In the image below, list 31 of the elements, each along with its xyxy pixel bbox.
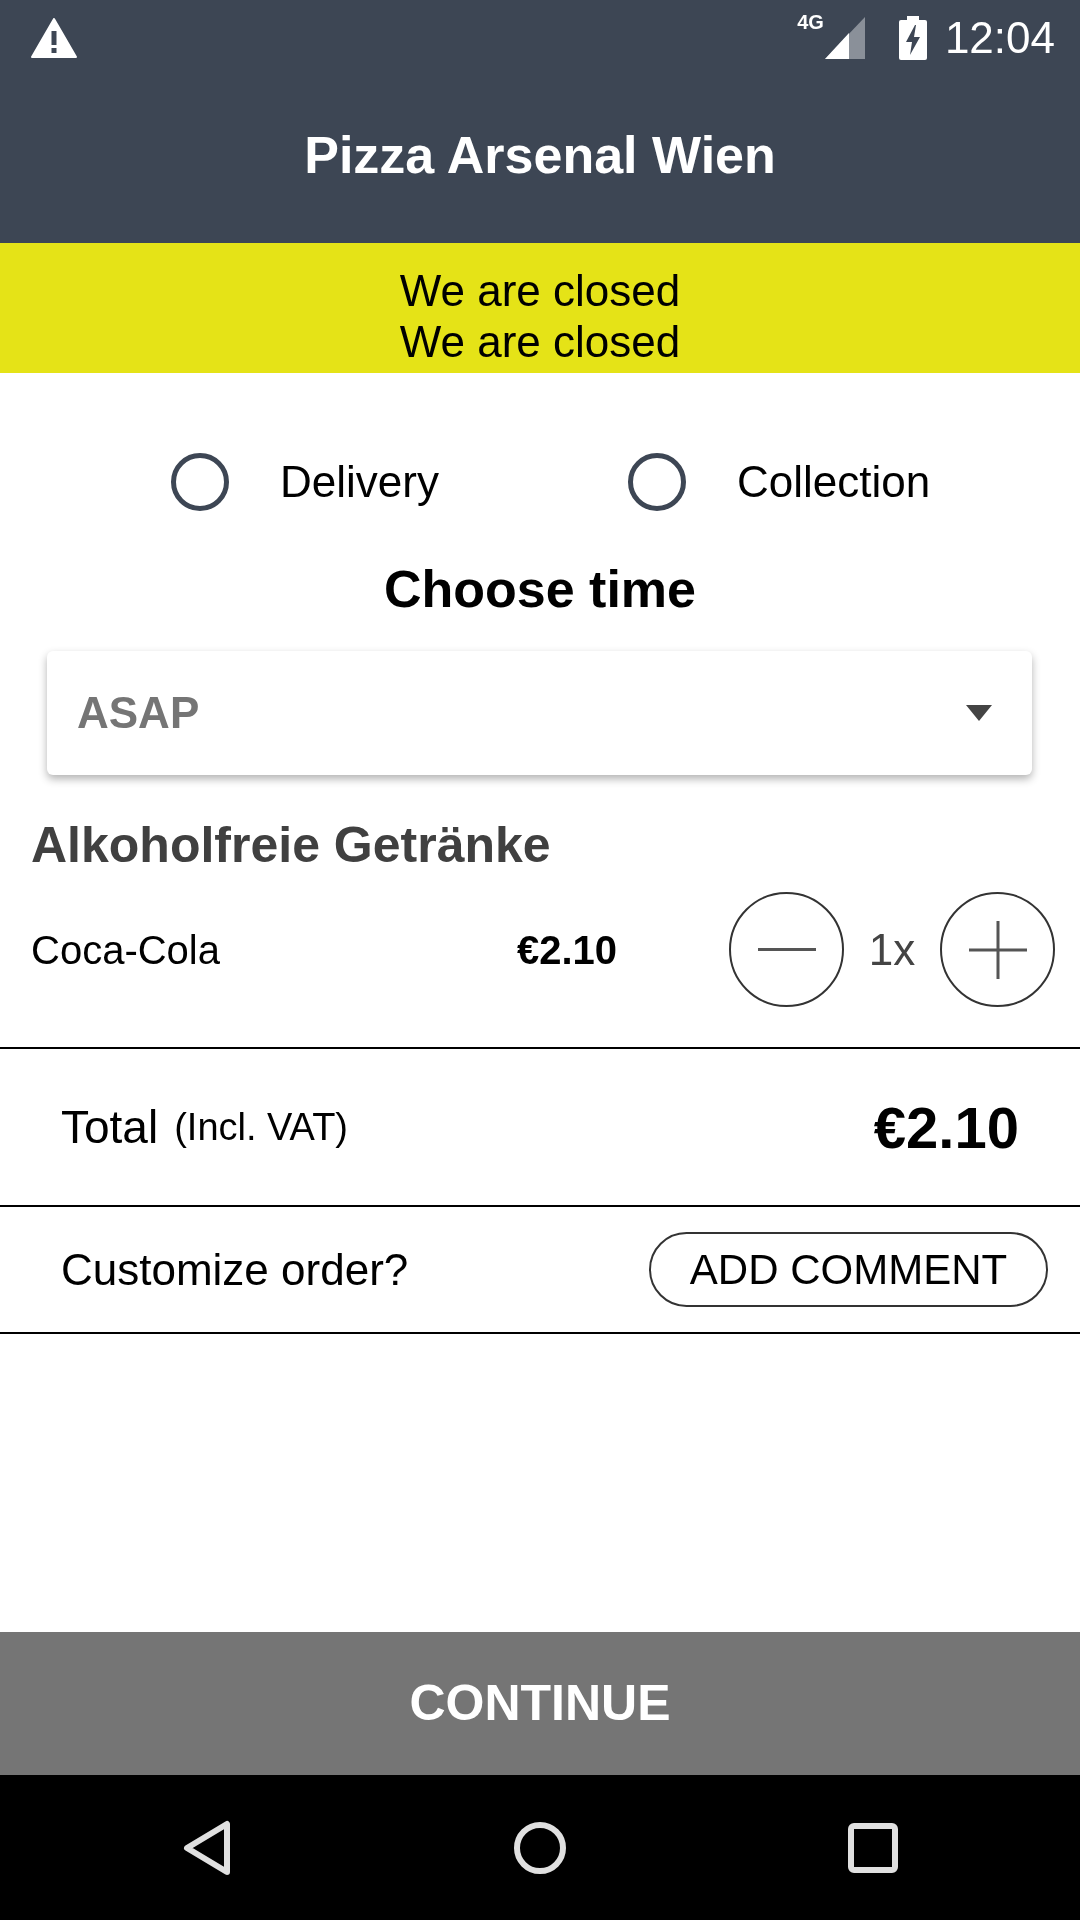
decrease-button[interactable] [729, 892, 844, 1007]
status-time: 12:04 [944, 12, 1055, 63]
category-title: Alkoholfreie Getränke [30, 816, 552, 875]
item-name: Coca-Cola [31, 926, 221, 974]
total-note: (Incl. VAT) [174, 1104, 348, 1150]
page-title: Pizza Arsenal Wien [304, 125, 776, 186]
recents-icon[interactable] [848, 1822, 899, 1873]
time-dropdown[interactable]: ASAP [47, 651, 1032, 775]
dropdown-caret-icon [966, 705, 992, 721]
item-quantity: 1x [867, 923, 917, 976]
banner-text: We are closed [399, 316, 681, 367]
customize-prompt: Customize order? [61, 1243, 410, 1296]
warning-icon [31, 17, 77, 58]
minus-icon [757, 948, 816, 951]
order-type-radio[interactable]: Collection [628, 452, 931, 512]
total-amount: €2.10 [873, 1093, 1019, 1162]
total-label: Total [61, 1099, 159, 1155]
signal-icon [824, 16, 865, 59]
network-label: 4G [797, 10, 824, 33]
plus-icon [968, 920, 1027, 979]
add-comment-button[interactable]: ADD COMMENT [649, 1232, 1048, 1307]
banner-text: We are closed [399, 265, 681, 316]
battery-charging-icon [898, 15, 927, 60]
home-icon[interactable] [513, 1820, 567, 1875]
dropdown-value: ASAP [77, 687, 201, 739]
continue-button[interactable]: CONTINUE [0, 1632, 1080, 1775]
order-type-radio[interactable]: Delivery [171, 452, 439, 512]
item-price: €2.10 [517, 926, 619, 974]
section-heading: Choose time [382, 559, 698, 620]
back-icon[interactable] [181, 1819, 232, 1876]
increase-button[interactable] [940, 892, 1055, 1007]
